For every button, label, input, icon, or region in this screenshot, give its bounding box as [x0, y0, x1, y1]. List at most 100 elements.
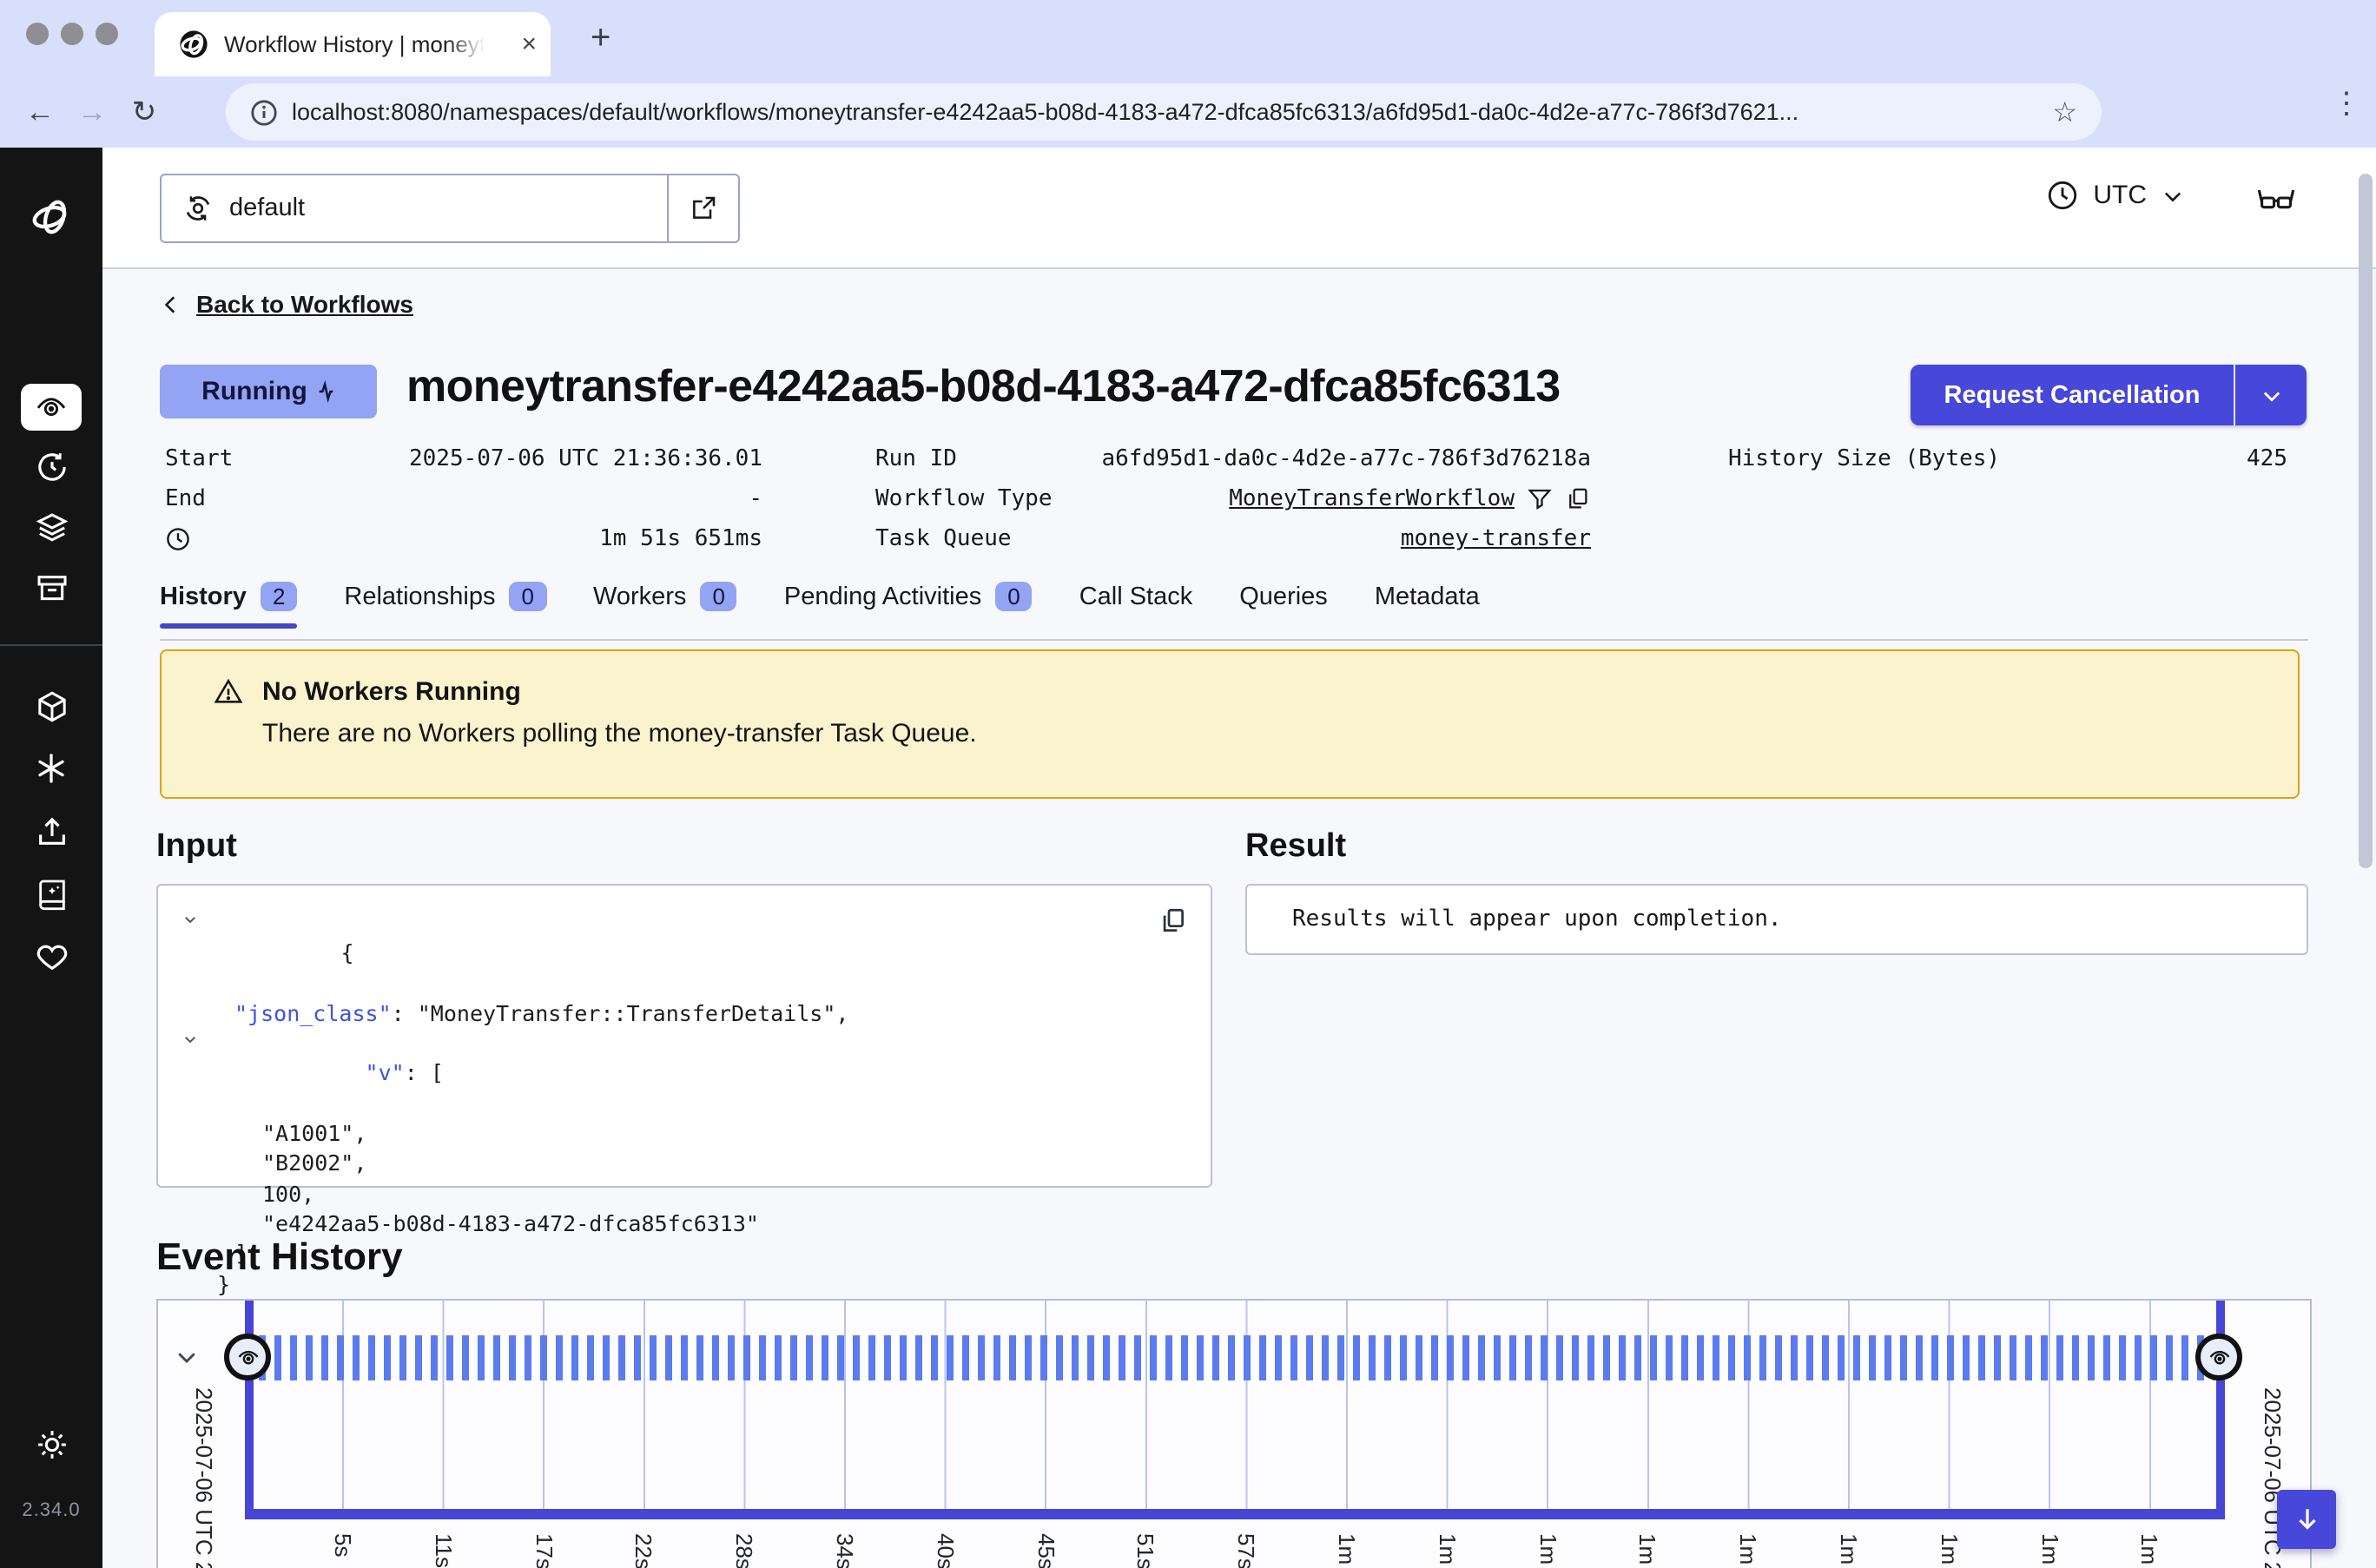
axis-tick: 1m [1735, 1533, 1761, 1565]
workflow-eye-icon [2207, 1345, 2231, 1369]
window-zoom-button[interactable] [96, 23, 118, 45]
chevron-left-icon [160, 293, 182, 315]
chevron-down-icon [2259, 383, 2283, 407]
workflow-end-marker[interactable] [2195, 1334, 2242, 1380]
warning-message: There are no Workers polling the money-t… [262, 719, 2263, 748]
browser-toolbar: ← → ↻ localhost:8080/namespaces/default/… [0, 76, 2376, 148]
workflow-start-marker[interactable] [224, 1334, 271, 1380]
temporal-logo[interactable] [0, 194, 102, 240]
input-panel: { "json_class": "MoneyTransfer::Transfer… [156, 884, 1212, 1188]
app-header: default UTC [102, 148, 2376, 269]
namespace-selector-main[interactable]: default [162, 175, 667, 241]
sidebar-item-nexus[interactable] [0, 752, 102, 785]
workflow-type-link[interactable]: MoneyTransferWorkflow [1229, 486, 1515, 512]
detail-end: End- [165, 479, 762, 519]
axis-tick: 28s [731, 1533, 757, 1568]
forward-icon[interactable]: → [66, 95, 118, 129]
axis-tick: 34s [832, 1533, 858, 1568]
namespace-external-link-button[interactable] [667, 175, 738, 241]
download-history-button[interactable] [2277, 1490, 2336, 1549]
window-close-button[interactable] [26, 23, 49, 45]
timeline-collapse-chevron-icon[interactable] [174, 1344, 200, 1370]
result-panel: Results will appear upon completion. [1245, 884, 2308, 955]
sidebar-item-import[interactable] [0, 814, 102, 849]
new-tab-button[interactable]: + [591, 19, 610, 59]
url-bar[interactable]: localhost:8080/namespaces/default/workfl… [226, 83, 2102, 141]
task-queue-link[interactable]: money-transfer [1401, 526, 1591, 552]
tab-pending-activities-count: 0 [995, 582, 1032, 611]
tab-pending-activities[interactable]: Pending Activities0 [784, 582, 1033, 629]
reload-icon[interactable]: ↻ [118, 95, 170, 129]
detail-task-queue: Task Queue money-transfer [875, 519, 1591, 559]
axis-tick: 1m [1435, 1533, 1461, 1565]
sidebar-item-namespaces[interactable] [0, 689, 102, 724]
collapse-chevron-icon[interactable] [182, 1031, 198, 1047]
tabs-divider [160, 639, 2308, 641]
sidebar-item-feedback[interactable] [0, 939, 102, 974]
workflow-eye-icon [235, 1345, 260, 1369]
sidebar-item-docs[interactable] [0, 877, 102, 912]
collapse-chevron-icon[interactable] [182, 912, 198, 927]
browser-tab[interactable]: Workflow History | moneytran × [155, 12, 551, 76]
app-version: 2.34.0 [0, 1500, 102, 1521]
tab-close-icon[interactable]: × [521, 31, 537, 57]
menu-kebab-icon[interactable]: ⋮ [2320, 87, 2373, 122]
timeline-start-date: 2025-07-06 UTC 2 [191, 1387, 217, 1568]
tab-workers-count: 0 [700, 582, 736, 611]
page-scrollbar[interactable] [2359, 174, 2373, 868]
no-workers-warning: No Workers Running There are no Workers … [160, 649, 2300, 799]
app-sidebar: 2.34.0 [0, 148, 102, 1568]
cancellation-dropdown-button[interactable] [2234, 365, 2307, 425]
event-history-heading: Event History [156, 1235, 403, 1280]
namespace-icon [182, 193, 214, 224]
namespace-selector[interactable]: default [160, 174, 740, 243]
tab-workers[interactable]: Workers0 [593, 582, 737, 629]
workflow-tabs: History2 Relationships0 Workers0 Pending… [160, 582, 1480, 629]
arrow-down-icon [2292, 1505, 2321, 1534]
status-badge: Running [160, 365, 377, 418]
url-text[interactable]: localhost:8080/namespaces/default/workfl… [292, 99, 2052, 125]
tab-relationships-count: 0 [510, 582, 546, 611]
chevron-down-icon [2161, 183, 2185, 208]
clock-icon [2046, 179, 2079, 212]
theme-toggle-sun-icon[interactable] [0, 1427, 102, 1462]
copy-input-button[interactable] [1158, 906, 1188, 936]
sidebar-item-workflows[interactable] [21, 384, 82, 431]
axis-tick: 17s [531, 1533, 557, 1568]
back-icon[interactable]: ← [14, 95, 66, 129]
detail-workflow-type: Workflow Type MoneyTransferWorkflow [875, 479, 1591, 519]
detail-run-id: Run IDa6fd95d1-da0c-4d2e-a77c-786f3d7621… [875, 439, 1591, 479]
timezone-selector[interactable]: UTC [2046, 179, 2185, 212]
sidebar-item-deployments[interactable] [0, 511, 102, 545]
axis-tick: 1m [1334, 1533, 1360, 1565]
timeline-event-band [259, 1335, 2214, 1380]
pulse-icon [316, 380, 335, 403]
bookmark-star-icon[interactable]: ☆ [2052, 95, 2077, 129]
external-link-icon [690, 194, 717, 222]
tab-strip: Workflow History | moneytran × + [0, 0, 2376, 76]
tab-title: Workflow History | moneytran [224, 31, 485, 57]
window-minimize-button[interactable] [61, 23, 83, 45]
tab-queries[interactable]: Queries [1239, 583, 1328, 628]
axis-tick: 1m [2137, 1533, 2163, 1565]
tab-history-count: 2 [261, 582, 297, 611]
detail-start: Start2025-07-06 UTC 21:36:36.01 [165, 439, 762, 479]
warning-title: No Workers Running [262, 677, 521, 707]
back-to-workflows-link[interactable]: Back to Workflows [160, 290, 413, 318]
sidebar-item-schedules[interactable] [0, 450, 102, 484]
request-cancellation-button[interactable]: Request Cancellation [1911, 365, 2307, 425]
site-info-icon[interactable] [250, 98, 278, 126]
tab-metadata[interactable]: Metadata [1375, 583, 1480, 628]
tab-relationships[interactable]: Relationships0 [344, 582, 546, 629]
event-history-timeline[interactable]: 2025-07-06 UTC 2 2025-07-06 UTC 2 5s 11s… [156, 1299, 2312, 1568]
copy-icon[interactable] [1565, 486, 1591, 512]
timezone-label: UTC [2093, 181, 2147, 210]
labs-glasses-icon[interactable] [2256, 182, 2296, 214]
axis-tick: 1m [1534, 1533, 1561, 1565]
filter-icon[interactable] [1527, 486, 1553, 512]
tab-history[interactable]: History2 [160, 582, 297, 629]
namespace-name: default [229, 194, 305, 222]
workflow-title: moneytransfer-e4242aa5-b08d-4183-a472-df… [406, 359, 1561, 413]
sidebar-item-batch-operations[interactable] [0, 571, 102, 606]
tab-call-stack[interactable]: Call Stack [1079, 583, 1193, 628]
